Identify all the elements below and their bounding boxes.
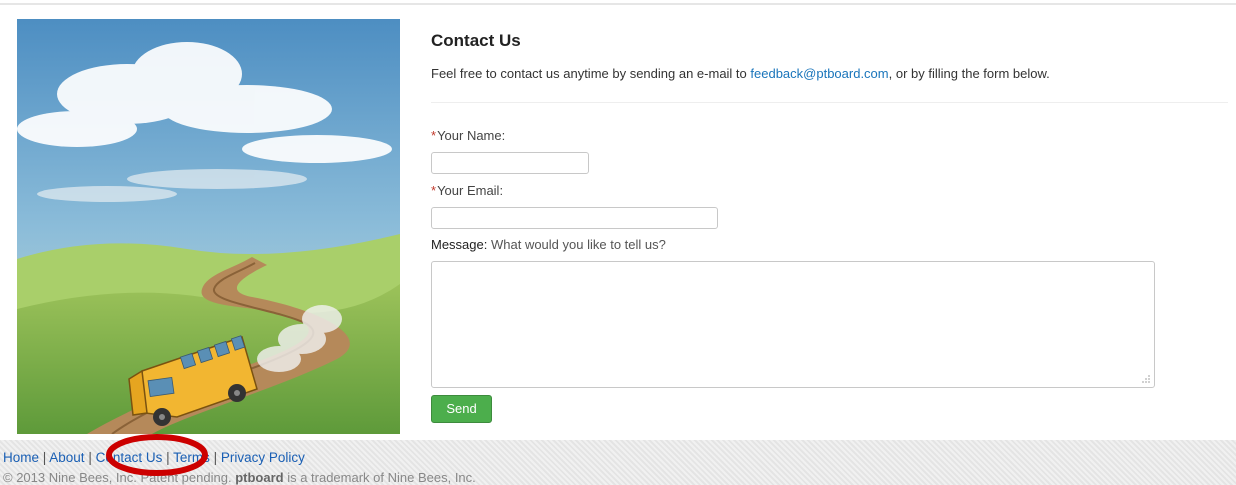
footer: Home | About | Contact Us | Terms | Priv… (0, 440, 1236, 485)
email-field[interactable] (431, 207, 718, 229)
copyright-text: © 2013 Nine Bees, Inc. Patent pending. (3, 470, 236, 485)
email-label: *Your Email: (431, 183, 503, 198)
footer-separator: | (84, 450, 96, 465)
copyright-text-end: is a trademark of Nine Bees, Inc. (283, 470, 476, 485)
copyright: © 2013 Nine Bees, Inc. Patent pending. p… (3, 470, 476, 485)
contact-intro: Feel free to contact us anytime by sendi… (431, 66, 1050, 81)
required-marker: * (431, 128, 437, 143)
name-label: *Your Name: (431, 128, 505, 143)
footer-separator: | (209, 450, 221, 465)
email-label-text: Your Email: (437, 183, 504, 198)
footer-separator: | (162, 450, 174, 465)
school-bus-illustration (17, 19, 400, 434)
message-textarea[interactable] (431, 261, 1155, 388)
name-field[interactable] (431, 152, 589, 174)
footer-link-terms[interactable]: Terms (173, 450, 210, 465)
footer-separator: | (39, 450, 50, 465)
footer-link-privacy-policy[interactable]: Privacy Policy (221, 450, 305, 465)
message-label: Message: What would you like to tell us? (431, 237, 666, 252)
contact-section: Contact Us Feel free to contact us anyti… (431, 0, 1236, 440)
intro-text-end: , or by filling the form below. (888, 66, 1050, 81)
name-label-text: Your Name: (437, 128, 506, 143)
footer-link-about[interactable]: About (49, 450, 84, 465)
intro-text: Feel free to contact us anytime by sendi… (431, 66, 751, 81)
send-button[interactable]: Send (431, 395, 492, 423)
divider (431, 102, 1228, 103)
message-hint: What would you like to tell us? (487, 237, 666, 252)
brand-name: ptboard (235, 470, 284, 485)
resize-handle-icon[interactable] (1141, 374, 1151, 384)
footer-link-home[interactable]: Home (3, 450, 39, 465)
message-label-text: Message: (431, 237, 488, 252)
feedback-email-link[interactable]: feedback@ptboard.com (750, 66, 888, 81)
footer-links: Home | About | Contact Us | Terms | Priv… (3, 450, 305, 465)
footer-link-contact-us[interactable]: Contact Us (96, 450, 163, 465)
page-title: Contact Us (431, 31, 521, 50)
required-marker: * (431, 183, 437, 198)
